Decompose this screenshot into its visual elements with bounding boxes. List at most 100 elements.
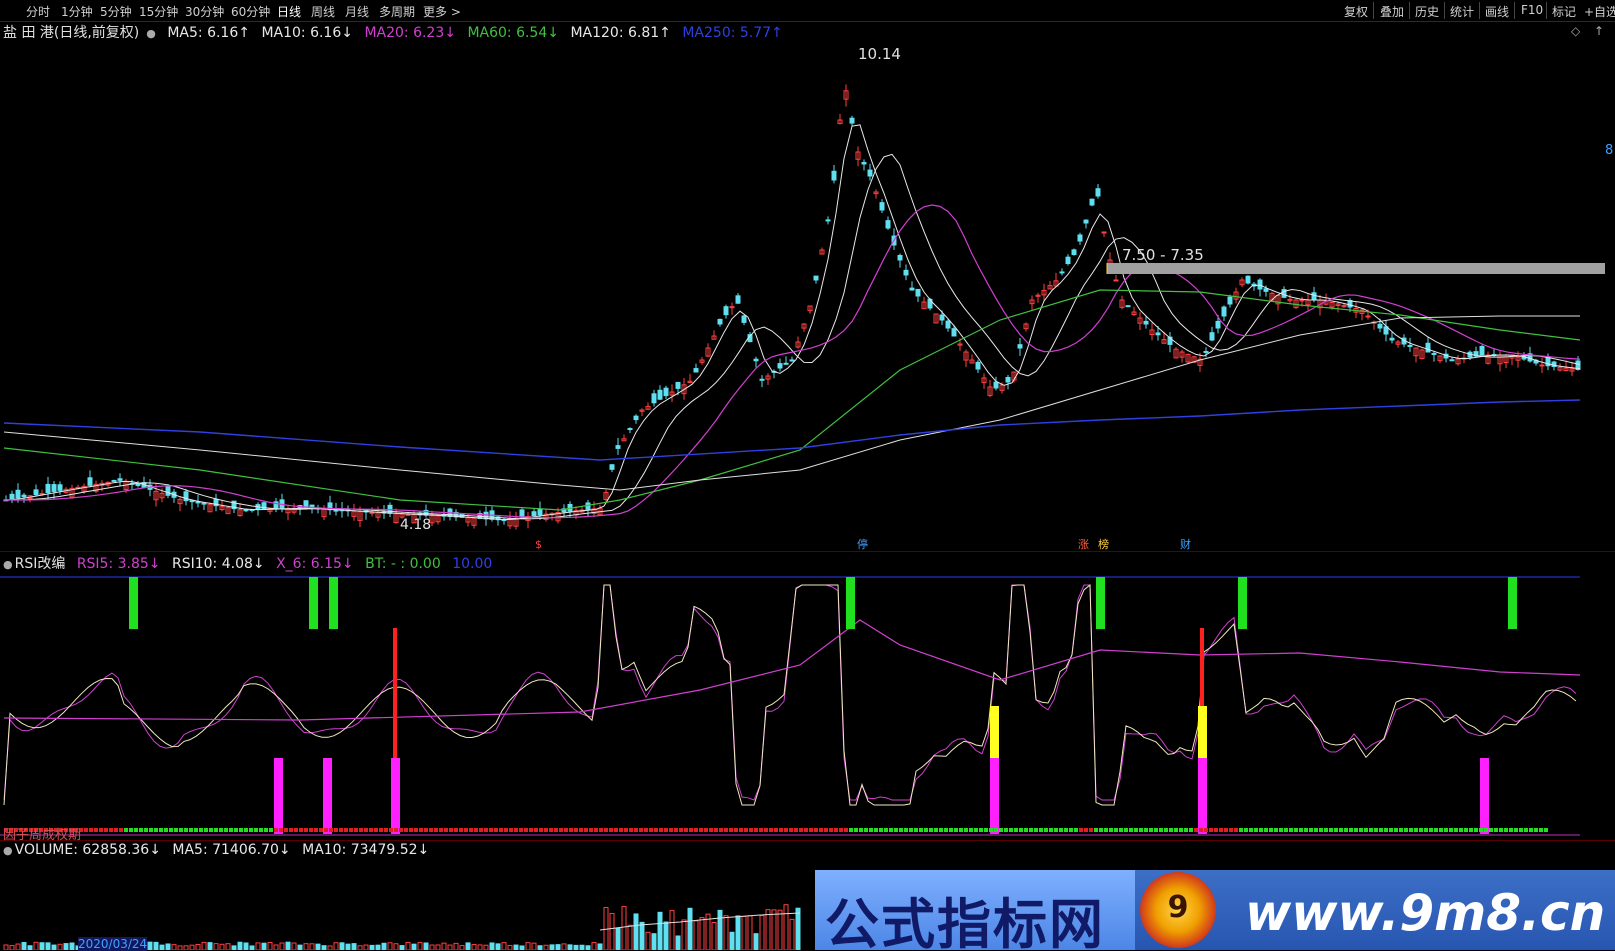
state-dot [1219,828,1223,832]
state-dot [699,828,703,832]
date-cursor-label: 2020/03/24 [78,937,148,951]
site-logo-icon: 9 [1140,872,1216,948]
state-dot [919,828,923,832]
candle-body [87,477,93,486]
state-dot [979,828,983,832]
volume-bar [171,944,177,950]
suspension-marker[interactable]: 停 [857,536,868,552]
volume-bar [465,942,471,950]
state-dot [469,828,473,832]
volume-bar [69,942,75,950]
candle-body [1065,256,1071,265]
candle-body [975,361,981,370]
state-dot [1479,828,1483,832]
volume-bar [21,941,27,950]
legend-toggle-icon[interactable]: ● [3,558,13,571]
financial-marker[interactable]: 财 [1180,536,1191,552]
state-dot [1309,828,1313,832]
state-dot [94,828,98,832]
state-dot [434,828,438,832]
state-dot [309,828,313,832]
state-dot [159,828,163,832]
state-dot [1389,828,1393,832]
state-dot [334,828,338,832]
state-dot [209,828,213,832]
state-dot [604,828,608,832]
legend-vol-ma10: MA10: 73479.52↓ [302,842,430,858]
state-dot [1244,828,1248,832]
limit-up-marker[interactable]: 涨 [1078,536,1089,552]
volume-bar [285,941,291,950]
candle-body [45,483,51,493]
signal-bar-yellow [1198,706,1207,758]
state-dot [1094,828,1098,832]
state-dot [339,828,343,832]
volume-bar [33,941,39,950]
candle-body [57,484,63,491]
state-dot [1284,828,1288,832]
state-dot [1154,828,1158,832]
ranking-marker[interactable]: 榜 [1098,536,1109,552]
state-dot [1269,828,1273,832]
state-dot [894,828,898,832]
state-dot [1539,828,1543,832]
ma60-line [3,289,1581,511]
dividend-marker[interactable]: $ [535,538,542,551]
state-dot [1274,828,1278,832]
state-dot [174,828,178,832]
volume-bar [375,944,381,950]
state-dot [1404,828,1408,832]
state-dot [654,828,658,832]
state-dot [314,828,318,832]
state-dot [479,828,483,832]
state-dot [294,828,298,832]
state-dot [179,828,183,832]
state-dot [1349,828,1353,832]
state-dot [539,828,543,832]
candle-body [951,328,957,337]
legend-toggle-icon[interactable]: ● [3,844,13,857]
state-dot [1334,828,1338,832]
state-dot [1259,828,1263,832]
candle-body [663,387,669,397]
state-dot [984,828,988,832]
volume-bar [27,945,33,950]
candle-body [1227,296,1233,305]
state-dot [1494,828,1498,832]
state-dot [1144,828,1148,832]
candle-body [1449,359,1455,362]
state-dot [939,828,943,832]
candle-body [657,389,663,400]
candle-body [1071,249,1077,255]
kline-chart[interactable] [0,0,1615,950]
state-dot [1124,828,1128,832]
state-dot [1084,828,1088,832]
state-dot [1314,828,1318,832]
candle-body [885,220,891,229]
state-dot [514,828,518,832]
state-dot [464,828,468,832]
volume-bar [249,945,255,950]
state-dot [1099,828,1103,832]
watermark-banner: 公式指标网 9 www.9m8.cn [815,870,1615,950]
state-dot [1004,828,1008,832]
state-dot [489,828,493,832]
state-dot [864,828,868,832]
legend-x6: X_6: 6.15↓ [276,556,354,572]
candle-body [939,314,945,321]
candle-body [195,501,201,504]
state-dot [944,828,948,832]
state-dot [1114,828,1118,832]
volume-bar [351,943,357,950]
volume-bar [327,945,333,950]
candle-body [243,509,249,512]
state-dot [424,828,428,832]
state-dot [789,828,793,832]
state-dot [679,828,683,832]
state-dot [964,828,968,832]
volume-bar [537,945,543,950]
state-dot [439,828,443,832]
candle-body [867,169,873,177]
state-dot [1089,828,1093,832]
state-dot [1384,828,1388,832]
